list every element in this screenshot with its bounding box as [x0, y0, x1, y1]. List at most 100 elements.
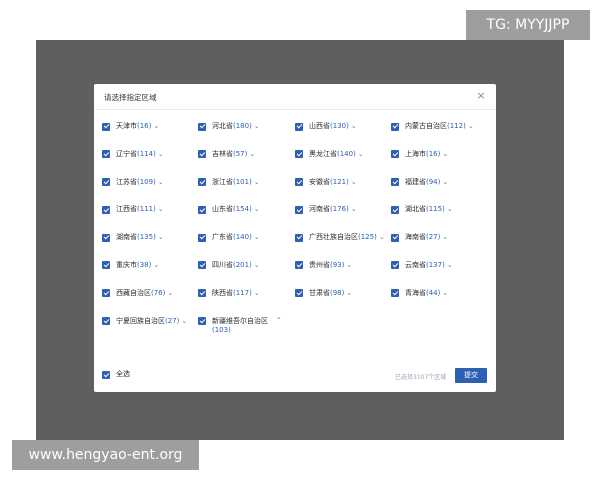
region-option[interactable]: 山西省(130) ⌄: [295, 122, 357, 131]
chevron-down-icon[interactable]: ⌄: [158, 233, 164, 242]
chevron-down-icon[interactable]: ⌄: [158, 150, 164, 159]
chevron-down-icon[interactable]: ⌄: [153, 122, 159, 131]
region-name: 河南省: [309, 205, 330, 214]
chevron-down-icon[interactable]: ⌄: [158, 205, 164, 214]
chevron-down-icon[interactable]: ⌄: [181, 317, 187, 326]
chevron-down-icon[interactable]: ⌄: [379, 233, 385, 242]
chevron-down-icon[interactable]: ⌄: [346, 289, 352, 298]
checkbox-checked-icon[interactable]: [391, 150, 399, 159]
region-option[interactable]: 山东省(154) ⌄: [198, 205, 260, 214]
checkbox-checked-icon[interactable]: [198, 317, 206, 326]
region-option[interactable]: 陕西省(117) ⌄: [198, 289, 260, 298]
region-option[interactable]: 西藏自治区(76) ⌄: [102, 289, 173, 298]
checkbox-checked-icon[interactable]: [295, 178, 303, 187]
checkbox-checked-icon[interactable]: [295, 233, 303, 242]
checkbox-checked-icon[interactable]: [295, 261, 303, 270]
chevron-down-icon[interactable]: ⌄: [153, 261, 159, 270]
region-label: 海南省(27): [405, 233, 440, 242]
region-count: (38): [137, 260, 152, 269]
checkbox-checked-icon[interactable]: [102, 178, 110, 187]
checkbox-checked-icon[interactable]: [102, 122, 110, 131]
checkbox-checked-icon[interactable]: [198, 150, 206, 159]
region-option[interactable]: 江西省(111) ⌄: [102, 205, 164, 214]
chevron-down-icon[interactable]: ⌄: [158, 178, 164, 187]
chevron-down-icon[interactable]: ⌄: [254, 261, 260, 270]
chevron-down-icon[interactable]: ⌄: [167, 289, 173, 298]
checkbox-checked-icon[interactable]: [391, 289, 399, 298]
checkbox-checked-icon[interactable]: [391, 205, 399, 214]
chevron-down-icon[interactable]: ⌄: [254, 289, 260, 298]
submit-button[interactable]: 提交: [455, 368, 487, 383]
checkbox-checked-icon[interactable]: [198, 122, 206, 131]
region-option[interactable]: 天津市(16) ⌄: [102, 122, 159, 131]
checkbox-checked-icon[interactable]: [295, 205, 303, 214]
region-option[interactable]: 广西壮族自治区(125) ⌄: [295, 233, 385, 242]
chevron-down-icon[interactable]: ⌄: [447, 261, 453, 270]
region-option[interactable]: 辽宁省(114) ⌄: [102, 150, 164, 159]
chevron-down-icon[interactable]: ⌄: [254, 122, 260, 131]
chevron-down-icon[interactable]: ⌄: [254, 205, 260, 214]
checkbox-checked-icon[interactable]: [102, 205, 110, 214]
region-option[interactable]: 重庆市(38) ⌄: [102, 261, 159, 270]
checkbox-checked-icon[interactable]: [198, 261, 206, 270]
region-count: (140): [233, 233, 252, 242]
chevron-down-icon[interactable]: ⌄: [254, 233, 260, 242]
chevron-down-icon[interactable]: ⌄: [346, 261, 352, 270]
checkbox-checked-icon[interactable]: [102, 317, 110, 326]
close-icon[interactable]: ×: [474, 89, 488, 103]
region-option[interactable]: 湖北省(115) ⌄: [391, 205, 453, 214]
chevron-down-icon[interactable]: ⌄: [468, 122, 474, 131]
region-option[interactable]: 江苏省(109) ⌄: [102, 178, 164, 187]
checkbox-checked-icon[interactable]: [102, 150, 110, 159]
region-option[interactable]: 上海市(16) ⌄: [391, 150, 448, 159]
region-option[interactable]: 内蒙古自治区(112) ⌄: [391, 122, 474, 131]
chevron-down-icon[interactable]: ⌄: [254, 178, 260, 187]
region-option[interactable]: 海南省(27) ⌄: [391, 233, 448, 242]
region-option[interactable]: 青海省(44) ⌄: [391, 289, 448, 298]
region-option[interactable]: 宁夏回族自治区(27) ⌄: [102, 317, 187, 326]
region-option[interactable]: 黑龙江省(140) ⌄: [295, 150, 364, 159]
checkbox-checked-icon[interactable]: [198, 178, 206, 187]
checkbox-checked-icon[interactable]: [102, 289, 110, 298]
checkbox-checked-icon[interactable]: [295, 289, 303, 298]
region-option[interactable]: 云南省(137) ⌄: [391, 261, 453, 270]
chevron-down-icon[interactable]: ⌄: [351, 122, 357, 131]
checkbox-checked-icon[interactable]: [102, 233, 110, 242]
chevron-down-icon[interactable]: ⌄: [442, 289, 448, 298]
region-option[interactable]: 新疆维吾尔自治区(103) ⌄: [198, 313, 282, 335]
select-all-checkbox[interactable]: [102, 370, 110, 379]
region-option[interactable]: 四川省(201) ⌄: [198, 261, 260, 270]
checkbox-checked-icon[interactable]: [198, 205, 206, 214]
checkbox-checked-icon[interactable]: [391, 233, 399, 242]
checkbox-checked-icon[interactable]: [198, 289, 206, 298]
chevron-down-icon[interactable]: ⌄: [447, 205, 453, 214]
region-option[interactable]: 河南省(176) ⌄: [295, 205, 357, 214]
checkbox-checked-icon[interactable]: [198, 233, 206, 242]
select-all-option[interactable]: 全选: [102, 370, 130, 379]
region-label: 重庆市(38): [116, 261, 151, 270]
region-option[interactable]: 福建省(94) ⌄: [391, 178, 448, 187]
chevron-down-icon[interactable]: ⌄: [442, 150, 448, 159]
chevron-down-icon[interactable]: ⌄: [276, 313, 282, 322]
checkbox-checked-icon[interactable]: [391, 122, 399, 131]
checkbox-checked-icon[interactable]: [391, 261, 399, 270]
region-option[interactable]: 甘肃省(98) ⌄: [295, 289, 352, 298]
checkbox-checked-icon[interactable]: [102, 261, 110, 270]
region-option[interactable]: 河北省(180) ⌄: [198, 122, 260, 131]
region-option[interactable]: 吉林省(57) ⌄: [198, 150, 255, 159]
region-option[interactable]: 安徽省(121) ⌄: [295, 178, 357, 187]
region-count: (112): [447, 122, 466, 130]
chevron-down-icon[interactable]: ⌄: [442, 178, 448, 187]
region-option[interactable]: 湖南省(135) ⌄: [102, 233, 164, 242]
checkbox-checked-icon[interactable]: [391, 178, 399, 187]
region-option[interactable]: 贵州省(93) ⌄: [295, 261, 352, 270]
chevron-down-icon[interactable]: ⌄: [351, 178, 357, 187]
chevron-down-icon[interactable]: ⌄: [442, 233, 448, 242]
region-option[interactable]: 浙江省(101) ⌄: [198, 178, 260, 187]
chevron-down-icon[interactable]: ⌄: [351, 205, 357, 214]
checkbox-checked-icon[interactable]: [295, 150, 303, 159]
region-option[interactable]: 广东省(140) ⌄: [198, 233, 260, 242]
checkbox-checked-icon[interactable]: [295, 122, 303, 131]
chevron-down-icon[interactable]: ⌄: [249, 150, 255, 159]
chevron-down-icon[interactable]: ⌄: [358, 150, 364, 159]
